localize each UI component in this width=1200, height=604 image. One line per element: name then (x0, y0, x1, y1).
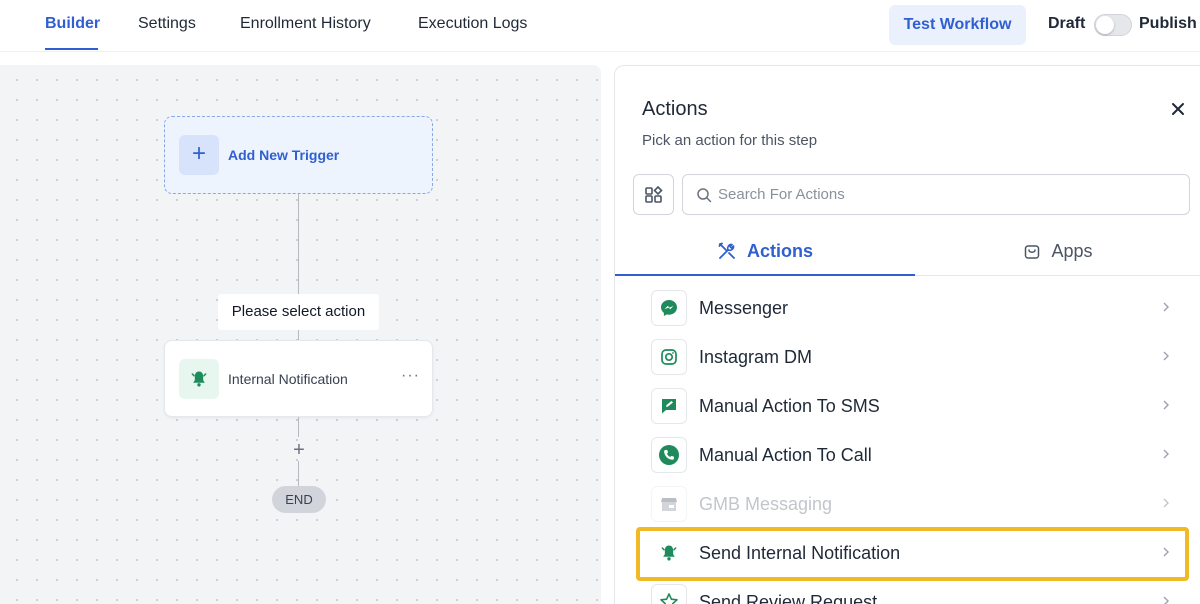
chevron-right-icon (1163, 302, 1169, 312)
bell-icon (179, 359, 219, 399)
chevron-right-icon (1163, 547, 1169, 557)
apps-bag-icon (1025, 244, 1040, 259)
action-item-messenger[interactable]: Messenger (651, 284, 1177, 328)
action-item-send-internal-notification[interactable]: Send Internal Notification (651, 529, 1177, 573)
instagram-icon (651, 339, 687, 375)
add-trigger-node[interactable]: + Add New Trigger (164, 116, 433, 194)
plus-icon: + (179, 135, 219, 175)
phone-icon (651, 437, 687, 473)
tab-apps-label: Apps (1051, 241, 1093, 261)
tab-actions-label: Actions (746, 240, 813, 261)
panel-subtitle: Pick an action for this step (642, 132, 818, 149)
action-item-manual-call[interactable]: Manual Action To Call (651, 431, 1177, 475)
action-card-label: Internal Notification (228, 371, 348, 387)
publish-label: Publish (1139, 15, 1197, 32)
actions-panel: Actions Pick an action for this step Act… (614, 65, 1200, 604)
chevron-right-icon (1163, 400, 1169, 410)
action-item-label: Manual Action To Call (699, 445, 872, 465)
connector-line (298, 417, 299, 437)
tab-builder[interactable]: Builder (45, 15, 100, 33)
connector-line (298, 330, 299, 340)
tab-apps[interactable]: Apps (915, 228, 1200, 276)
action-item-manual-sms[interactable]: Manual Action To SMS (651, 382, 1177, 426)
action-item-label: Instagram DM (699, 347, 813, 367)
test-workflow-button[interactable]: Test Workflow (889, 5, 1026, 45)
connector-line (298, 194, 299, 294)
chevron-right-icon (1163, 449, 1169, 459)
tab-enrollment-history[interactable]: Enrollment History (240, 15, 371, 33)
tab-settings[interactable]: Settings (138, 15, 196, 33)
action-item-label: Send Review Request (699, 592, 878, 604)
search-input[interactable] (718, 175, 1178, 214)
end-node: END (272, 486, 326, 513)
actions-list: Messenger Instagram DM Manual Action To … (615, 284, 1200, 604)
add-step-plus-icon[interactable]: + (289, 439, 309, 461)
tools-icon (718, 242, 735, 259)
action-item-label: Messenger (699, 298, 789, 318)
chevron-right-icon (1163, 596, 1169, 604)
tab-execution-logs[interactable]: Execution Logs (418, 15, 527, 33)
gmb-store-icon (651, 486, 687, 522)
select-action-label: Please select action (218, 294, 379, 330)
chevron-right-icon (1163, 351, 1169, 361)
category-grid-button[interactable] (633, 174, 674, 215)
action-item-label: Send Internal Notification (699, 543, 901, 563)
search-box (682, 174, 1190, 215)
more-options-icon[interactable]: ··· (401, 367, 420, 385)
active-tab-indicator (45, 48, 98, 50)
star-icon (651, 584, 687, 604)
action-item-gmb-messaging: GMB Messaging (651, 480, 1177, 524)
close-icon[interactable] (1167, 98, 1189, 120)
manual-sms-icon (651, 388, 687, 424)
action-item-label: GMB Messaging (699, 494, 833, 514)
connector-line (298, 461, 299, 486)
tab-actions[interactable]: Actions (615, 228, 915, 276)
search-icon (697, 188, 712, 203)
publish-toggle[interactable] (1094, 14, 1132, 36)
messenger-icon (651, 290, 687, 326)
panel-title: Actions (642, 98, 708, 120)
internal-notification-node[interactable]: Internal Notification ··· (164, 340, 433, 417)
bell-icon (651, 535, 687, 571)
action-item-instagram-dm[interactable]: Instagram DM (651, 333, 1177, 377)
chevron-right-icon (1163, 498, 1169, 508)
add-trigger-label: Add New Trigger (228, 147, 340, 163)
draft-label: Draft (1048, 15, 1086, 32)
toggle-knob (1096, 16, 1114, 34)
action-item-label: Manual Action To SMS (699, 396, 880, 416)
action-item-send-review-request[interactable]: Send Review Request (651, 578, 1177, 604)
grid-icon (644, 185, 663, 203)
top-navigation-bar: Builder Settings Enrollment History Exec… (0, 0, 1200, 52)
